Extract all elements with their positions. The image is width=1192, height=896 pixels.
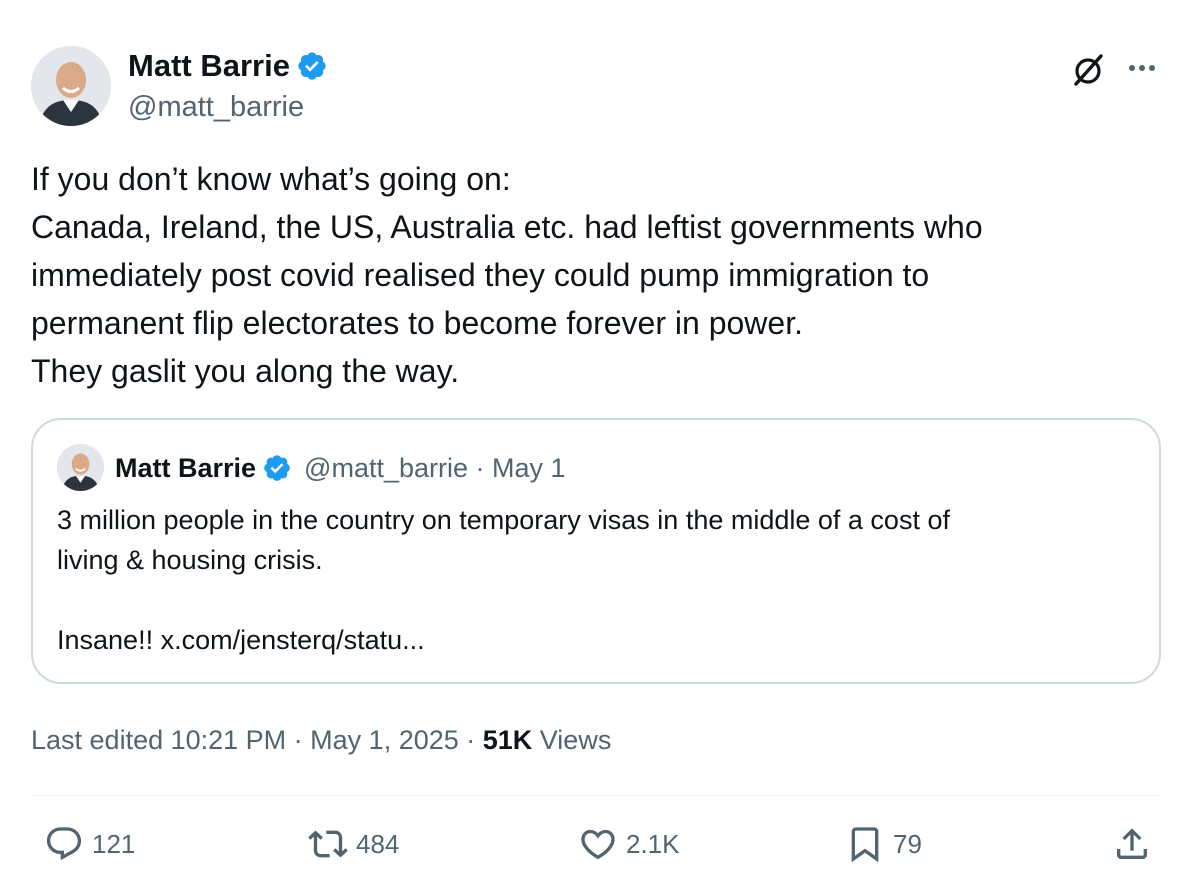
repost-count: 484 <box>356 828 400 859</box>
share-button[interactable] <box>1112 822 1152 866</box>
tweet-text-line: If you don’t know what’s going on: <box>31 161 511 197</box>
views-label: Views <box>532 725 612 755</box>
divider <box>31 795 1161 796</box>
quoted-author-name[interactable]: Matt Barrie <box>115 448 256 488</box>
quoted-tweet-card[interactable]: Matt Barrie @matt_barrie · May 1 3 milli… <box>31 418 1161 684</box>
repost-button[interactable]: 484 <box>308 822 399 866</box>
tweet-text-line: immediately post covid realised they cou… <box>31 257 930 293</box>
quoted-author-avatar[interactable] <box>57 444 104 491</box>
quoted-text-line: 3 million people in the country on tempo… <box>57 505 950 535</box>
grok-icon[interactable] <box>1068 50 1108 90</box>
author-name[interactable]: Matt Barrie <box>128 46 290 86</box>
edited-timestamp[interactable]: Last edited 10:21 PM · May 1, 2025 · <box>31 725 483 755</box>
bookmark-count: 79 <box>893 828 922 859</box>
bookmark-icon <box>845 824 885 864</box>
quoted-tweet-header: Matt Barrie @matt_barrie · May 1 <box>115 448 566 488</box>
like-button[interactable]: 2.1K <box>578 822 680 866</box>
reply-count: 121 <box>92 828 136 859</box>
quoted-text-line <box>57 580 1137 620</box>
share-icon <box>1112 824 1152 864</box>
like-count: 2.1K <box>626 828 680 859</box>
tweet-text: If you don’t know what’s going on: Canad… <box>31 155 1161 395</box>
quoted-tweet-text: 3 million people in the country on tempo… <box>57 500 1137 660</box>
author-name-row[interactable]: Matt Barrie <box>128 46 328 86</box>
reply-button[interactable]: 121 <box>44 822 135 866</box>
tweet-meta: Last edited 10:21 PM · May 1, 2025 · 51K… <box>31 720 611 760</box>
author-handle[interactable]: @matt_barrie <box>128 88 304 126</box>
repost-icon <box>308 824 348 864</box>
tweet-text-line: permanent flip electorates to become for… <box>31 305 803 341</box>
person-avatar-icon <box>31 46 111 126</box>
reply-icon <box>44 824 84 864</box>
heart-icon <box>578 824 618 864</box>
quoted-handle-date: @matt_barrie · May 1 <box>304 453 566 483</box>
author-avatar[interactable] <box>31 46 111 126</box>
quoted-text-line: living & housing crisis. <box>57 545 323 575</box>
more-icon[interactable] <box>1122 52 1162 84</box>
quoted-text-line: Insane!! x.com/jensterq/statu... <box>57 625 425 655</box>
tweet-text-line: Canada, Ireland, the US, Australia etc. … <box>31 209 983 245</box>
bookmark-button[interactable]: 79 <box>845 822 922 866</box>
verified-badge-icon[interactable] <box>296 50 328 82</box>
verified-badge-icon <box>262 453 292 483</box>
views-count[interactable]: 51K <box>483 725 533 755</box>
person-avatar-icon <box>57 444 104 491</box>
tweet-text-line: They gaslit you along the way. <box>31 353 460 389</box>
